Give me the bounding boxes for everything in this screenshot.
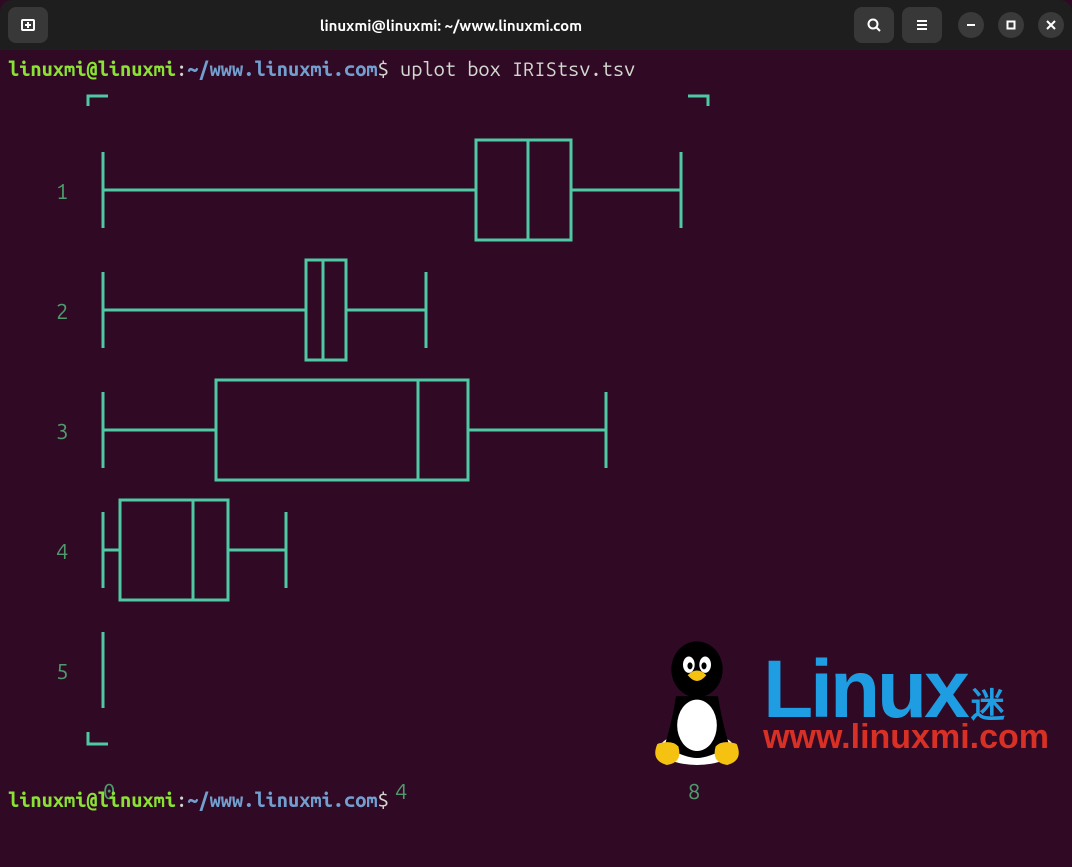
window-titlebar: linuxmi@linuxmi: ~/www.linuxmi.com (0, 0, 1072, 50)
search-button[interactable] (854, 7, 894, 43)
new-tab-button[interactable] (8, 7, 48, 43)
prompt-path: ~/www.linuxmi.com (187, 57, 377, 80)
box-2 (103, 260, 426, 360)
prompt-line-2: linuxmi@linuxmi:~/www.linuxmi.com$ (8, 787, 389, 813)
menu-button[interactable] (902, 7, 942, 43)
boxplot-chart: 1 2 3 4 5 0 4 8 (8, 92, 1064, 817)
box-3 (103, 380, 606, 480)
boxplot-svg (8, 92, 1068, 812)
window-title: linuxmi@linuxmi: ~/www.linuxmi.com (56, 17, 846, 34)
command-text: uplot box IRIStsv.tsv (400, 57, 635, 80)
maximize-button[interactable] (998, 12, 1024, 38)
prompt-user: linuxmi@linuxmi (8, 788, 176, 811)
box-4 (103, 500, 286, 600)
close-button[interactable] (1038, 12, 1064, 38)
prompt-path: ~/www.linuxmi.com (187, 788, 377, 811)
box-1 (103, 140, 681, 240)
prompt-user: linuxmi@linuxmi (8, 57, 176, 80)
terminal-area[interactable]: linuxmi@linuxmi:~/www.linuxmi.com$ uplot… (0, 50, 1072, 817)
prompt-line-1: linuxmi@linuxmi:~/www.linuxmi.com$ uplot… (8, 56, 1064, 82)
minimize-button[interactable] (958, 12, 984, 38)
window-controls (958, 12, 1064, 38)
